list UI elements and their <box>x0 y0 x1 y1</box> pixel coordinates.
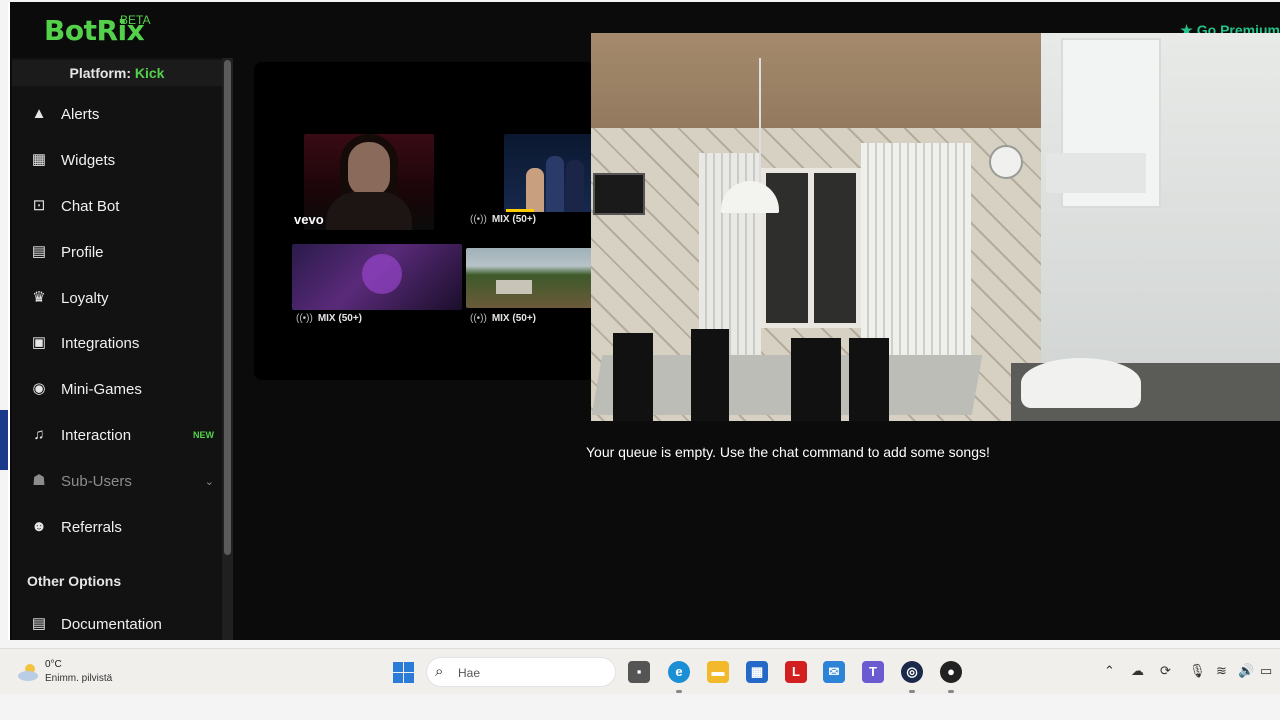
platform-indicator: Platform: Kick <box>12 60 222 86</box>
vevo-logo: vevo <box>294 212 324 227</box>
sidebar: Platform: Kick ▲ Alerts ▦ Widgets ⊡ Chat… <box>12 58 222 640</box>
robot-icon: ⊡ <box>32 197 46 214</box>
mix-label: ((•)) MIX (50+) <box>296 313 362 324</box>
music-icon: ♫ <box>33 426 45 443</box>
sidebar-item-label: Widgets <box>61 151 116 169</box>
sidebar-item-label: Mini-Games <box>61 380 142 398</box>
radio-icon: ((•)) <box>296 313 313 324</box>
sidebar-item-label: Sub-Users <box>61 472 132 490</box>
teams-icon[interactable]: T <box>862 661 884 683</box>
users-icon: ☗ <box>32 472 46 489</box>
task-view-icon[interactable]: ▪ <box>628 661 650 683</box>
volume-icon[interactable]: 🔊 <box>1238 663 1254 679</box>
gamepad-icon: ◉ <box>32 380 46 397</box>
trophy-icon: ♛ <box>32 289 46 306</box>
id-card-icon: ▤ <box>31 243 47 260</box>
sidebar-item-profile[interactable]: ▤ Profile <box>12 232 222 272</box>
weather-description[interactable]: Enimm. pilvistä <box>45 673 112 684</box>
sidebar-item-label: Integrations <box>61 334 140 352</box>
sidebar-item-label: Interaction <box>61 426 132 444</box>
sidebar-item-interaction[interactable]: ♫ Interaction NEW <box>12 415 222 455</box>
chevron-down-icon[interactable]: ⌄ <box>205 475 214 488</box>
wifi-icon[interactable]: ≋ <box>1216 663 1227 679</box>
sidebar-item-integrations[interactable]: ▣ Integrations <box>12 323 222 363</box>
sidebar-item-label: Chat Bot <box>61 197 120 215</box>
battery-icon[interactable]: ▭ <box>1260 663 1272 679</box>
chevron-up-icon[interactable]: ⌃ <box>1104 663 1115 679</box>
integrations-icon: ▣ <box>31 334 47 351</box>
warning-icon: ▲ <box>31 105 47 122</box>
start-button[interactable] <box>393 662 414 683</box>
weather-temperature[interactable]: 0°C <box>45 659 62 670</box>
recording-app-icon[interactable]: ● <box>940 661 962 683</box>
queue-empty-message: Your queue is empty. Use the chat comman… <box>586 444 990 460</box>
sync-icon[interactable]: ⟳ <box>1160 663 1171 679</box>
platform-prefix: Platform: <box>69 65 131 81</box>
window-edge-strip <box>0 410 8 470</box>
sidebar-item-label: Referrals <box>61 518 122 536</box>
sidebar-item-alerts[interactable]: ▲ Alerts <box>12 94 222 134</box>
other-options-heading: Other Options <box>27 573 122 589</box>
webcam-overlay <box>591 33 1280 421</box>
document-icon: ▤ <box>31 615 47 632</box>
video-player[interactable]: vevo ((•)) MIX (50+) ((•)) MIX (50+) ((•))… <box>254 62 600 380</box>
steam-icon[interactable]: ◎ <box>901 661 923 683</box>
microsoft-store-icon[interactable]: ▦ <box>746 661 768 683</box>
mix-label: ((•)) MIX (50+) <box>470 214 536 225</box>
sidebar-item-sub-users[interactable]: ☗ Sub-Users ⌄ <box>12 461 222 501</box>
red-app-icon[interactable]: L <box>785 661 807 683</box>
sidebar-item-chat-bot[interactable]: ⊡ Chat Bot <box>12 186 222 226</box>
radio-icon: ((•)) <box>470 214 487 225</box>
sidebar-item-label: Documentation <box>61 615 162 633</box>
sidebar-item-label: Profile <box>61 243 104 261</box>
search-placeholder: Hae <box>458 666 481 680</box>
windows-taskbar: 0°C Enimm. pilvistä ⌕ Hae ▪ e ▬ ▦ L ✉ T … <box>0 648 1280 694</box>
weather-cloud-icon[interactable] <box>16 661 42 683</box>
microphone-icon[interactable]: 🎙 <box>1189 663 1206 679</box>
user-group-icon: ☻ <box>31 518 47 535</box>
new-badge: NEW <box>193 430 214 440</box>
widgets-icon: ▦ <box>31 151 47 168</box>
mix-label-text: MIX (50+) <box>317 313 363 324</box>
sidebar-item-referrals[interactable]: ☻ Referrals <box>12 507 222 547</box>
sidebar-item-loyalty[interactable]: ♛ Loyalty <box>12 278 222 318</box>
onedrive-icon[interactable]: ☁ <box>1131 663 1144 679</box>
sidebar-item-widgets[interactable]: ▦ Widgets <box>12 140 222 180</box>
suggested-mix-thumbnail[interactable] <box>504 134 600 212</box>
beta-badge: BETA <box>120 13 151 27</box>
mail-app-icon[interactable]: ✉ <box>823 661 845 683</box>
sidebar-item-documentation[interactable]: ▤ Documentation <box>12 604 222 644</box>
mix-label-text: MIX (50+) <box>491 313 537 324</box>
mix-label-text: MIX (50+) <box>491 214 537 225</box>
sidebar-item-mini-games[interactable]: ◉ Mini-Games <box>12 369 222 409</box>
platform-name: Kick <box>134 65 165 81</box>
radio-icon: ((•)) <box>470 313 487 324</box>
edge-browser-icon[interactable]: e <box>668 661 690 683</box>
mix-label: ((•)) MIX (50+) <box>470 313 536 324</box>
file-explorer-icon[interactable]: ▬ <box>707 661 729 683</box>
sidebar-item-label: Alerts <box>61 105 100 123</box>
sidebar-scrollbar[interactable] <box>224 60 231 555</box>
sidebar-item-label: Loyalty <box>61 289 109 307</box>
search-icon: ⌕ <box>435 663 444 680</box>
suggested-mix-thumbnail[interactable] <box>292 244 462 310</box>
taskbar-search[interactable]: ⌕ Hae <box>426 657 616 687</box>
suggested-mix-thumbnail[interactable] <box>466 248 600 308</box>
